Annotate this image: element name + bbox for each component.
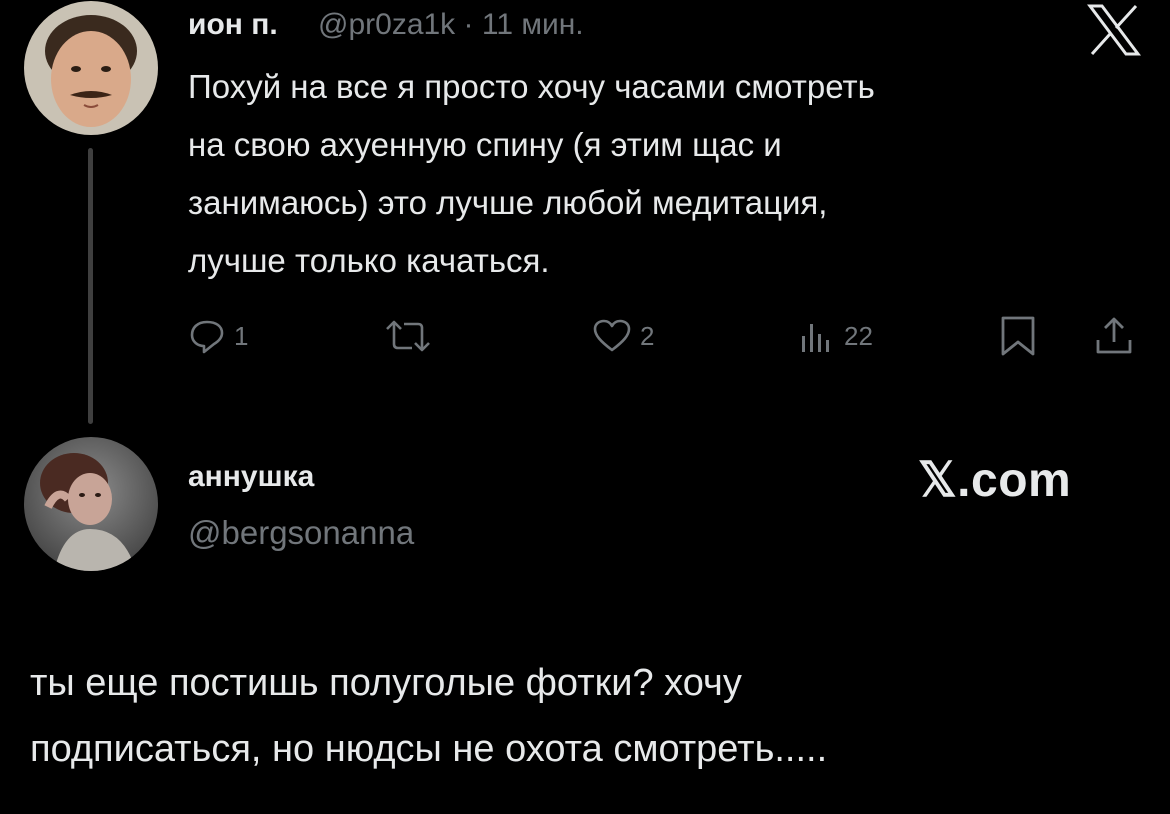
x-com-brand: 𝕏.com (918, 454, 1072, 507)
heart-icon (592, 318, 632, 354)
like-button[interactable]: 2 (592, 312, 654, 360)
retweet-icon (382, 318, 434, 354)
bookmark-button[interactable] (998, 312, 1038, 360)
reply-button[interactable]: 1 (188, 312, 248, 360)
views-button[interactable]: 22 (796, 312, 873, 360)
tweet-meta: @pr0za1k · 11 мин. (318, 8, 584, 42)
share-icon (1092, 314, 1136, 358)
reply-count: 1 (234, 320, 249, 351)
views-icon (796, 318, 836, 354)
retweet-button[interactable] (382, 312, 434, 360)
author-avatar[interactable] (24, 1, 158, 135)
author-name[interactable]: ион п. (188, 8, 278, 42)
tweet-text: Похуй на все я просто хочу часами смотре… (188, 68, 875, 279)
reply-icon (188, 318, 226, 354)
quote-author-avatar[interactable] (24, 437, 158, 571)
like-count: 2 (640, 320, 655, 351)
bookmark-icon (998, 314, 1038, 358)
thread-connector-line (88, 148, 93, 424)
tweet-actions: 1 2 22 (0, 312, 1170, 360)
quote-author-handle[interactable]: @bergsonanna (188, 514, 414, 552)
views-count: 22 (844, 320, 873, 351)
quote-author-name[interactable]: аннушка (188, 460, 314, 494)
author-handle[interactable]: @pr0za1k (318, 8, 455, 41)
meta-separator: · (463, 8, 474, 41)
x-logo-icon[interactable] (1086, 4, 1142, 56)
quote-text: ты еще постишь полуголые фотки? хочу под… (30, 662, 828, 770)
share-button[interactable] (1092, 312, 1136, 360)
tweet-time[interactable]: 11 мин. (482, 8, 584, 41)
